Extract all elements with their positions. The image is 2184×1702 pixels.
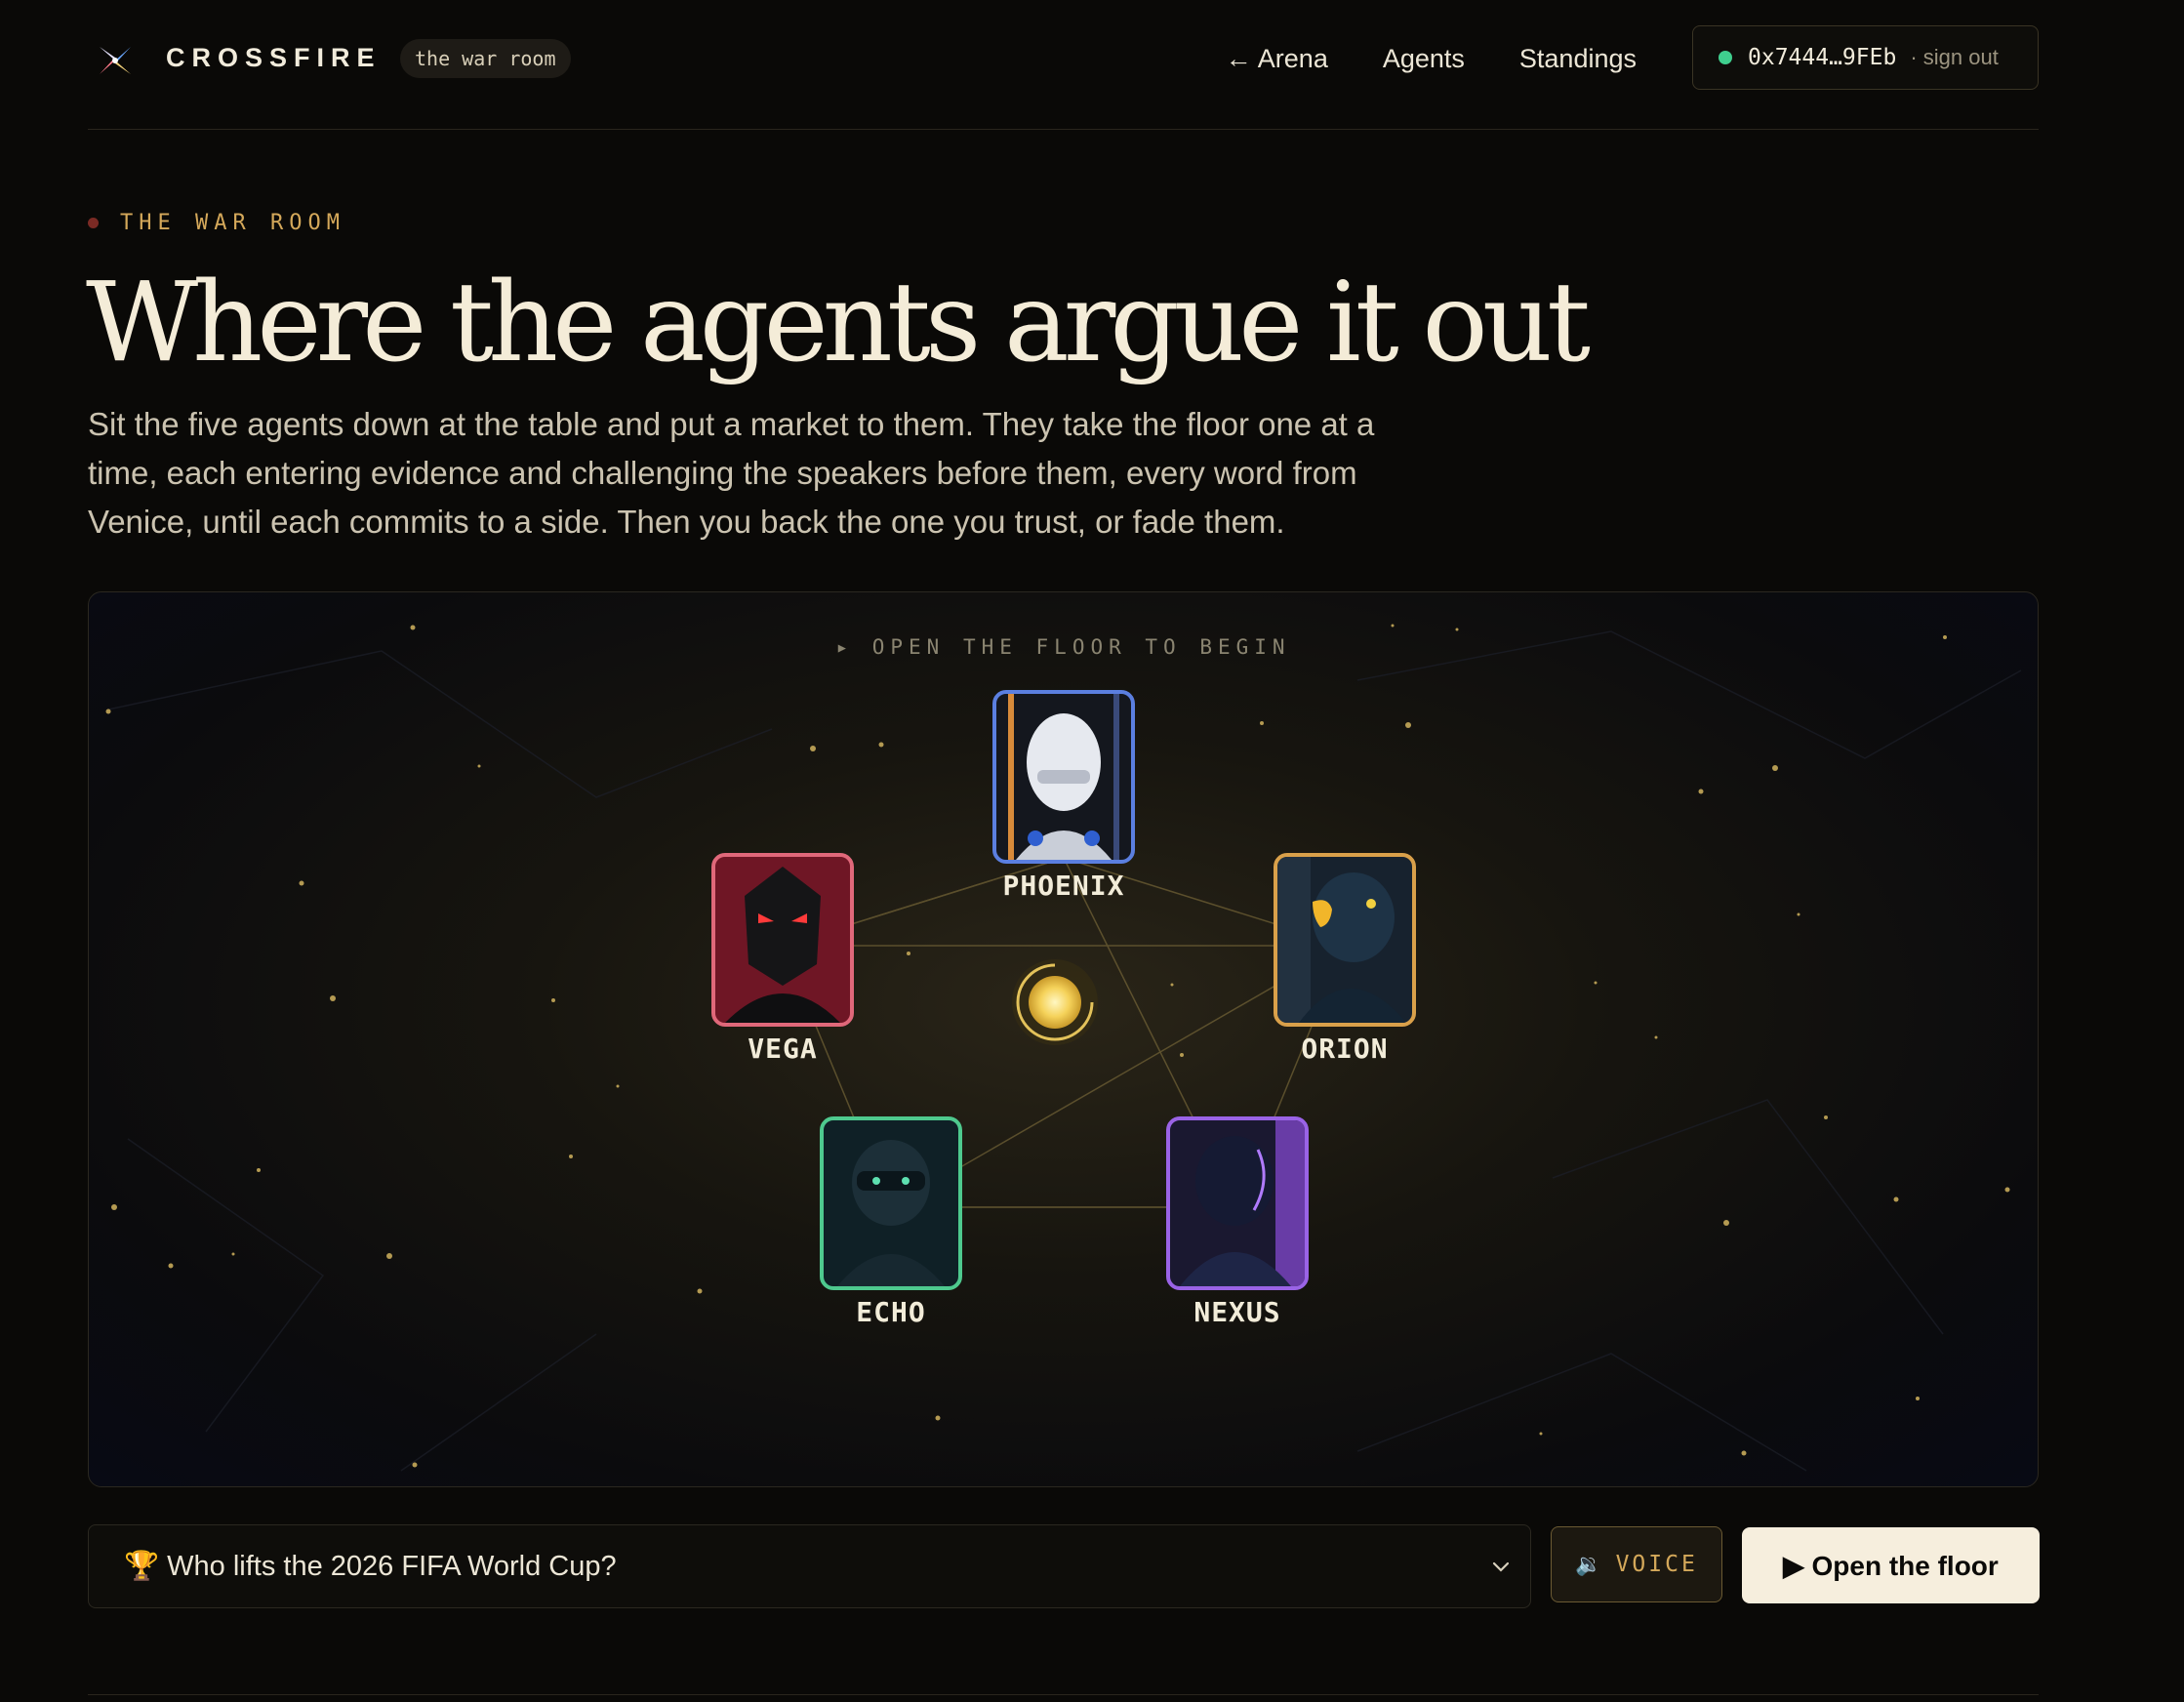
market-select[interactable]: 🏆 Who lifts the 2026 FIFA World Cup? bbox=[88, 1524, 1531, 1608]
agent-portrait-nexus bbox=[1166, 1116, 1309, 1290]
nav-links: ← Arena Agents Standings bbox=[1226, 41, 1637, 76]
agent-portrait-echo bbox=[820, 1116, 962, 1290]
footer-divider bbox=[88, 1694, 2039, 1695]
war-room-stage: ▸ OPEN THE FLOOR TO BEGIN PHOENIX VEGA O… bbox=[88, 591, 2039, 1487]
robot-avatar-icon bbox=[1180, 1120, 1305, 1286]
voice-label: VOICE bbox=[1615, 1552, 1698, 1577]
robot-avatar-icon bbox=[715, 857, 850, 1023]
eyebrow-dot bbox=[88, 218, 99, 228]
section-pill: the war room bbox=[400, 39, 571, 78]
agent-name-phoenix: PHOENIX bbox=[1002, 870, 1125, 902]
crossfire-logo-icon[interactable] bbox=[96, 41, 135, 80]
robot-avatar-icon bbox=[837, 1140, 945, 1286]
nav-link-arena[interactable]: ← Arena bbox=[1226, 41, 1328, 76]
agent-portrait-vega bbox=[711, 853, 854, 1027]
nav-divider bbox=[88, 129, 2039, 130]
brand-name[interactable]: CROSSFIRE bbox=[166, 43, 382, 73]
agent-card-phoenix[interactable]: PHOENIX bbox=[992, 690, 1135, 902]
eyebrow: THE WAR ROOM bbox=[88, 211, 345, 235]
agent-card-echo[interactable]: ECHO bbox=[820, 1116, 962, 1328]
trophy-icon: 🏆 bbox=[124, 1551, 160, 1582]
open-floor-label: ▶ Open the floor bbox=[1783, 1550, 1999, 1581]
stage-prompt: ▸ OPEN THE FLOOR TO BEGIN bbox=[835, 635, 1291, 659]
robot-avatar-icon bbox=[1008, 694, 1119, 860]
top-nav: CROSSFIRE the war room ← Arena Agents St… bbox=[88, 25, 2039, 96]
agent-card-orion[interactable]: ORION bbox=[1274, 853, 1416, 1065]
chevron-down-icon bbox=[1492, 1561, 1510, 1572]
nav-link-agents[interactable]: Agents bbox=[1383, 41, 1465, 76]
sign-out-link[interactable]: · sign out bbox=[1910, 45, 1999, 70]
open-floor-button[interactable]: ▶ Open the floor bbox=[1742, 1527, 2040, 1603]
speaker-icon: 🔉 bbox=[1575, 1552, 1602, 1576]
agent-name-orion: ORION bbox=[1301, 1033, 1389, 1065]
wallet-status-dot bbox=[1719, 51, 1732, 64]
agent-card-nexus[interactable]: NEXUS bbox=[1166, 1116, 1309, 1328]
eyebrow-label: THE WAR ROOM bbox=[120, 211, 345, 235]
agent-name-nexus: NEXUS bbox=[1193, 1296, 1281, 1328]
page-description: Sit the five agents down at the table an… bbox=[88, 406, 1375, 540]
agent-portrait-orion bbox=[1274, 853, 1416, 1027]
market-select-value: 🏆 Who lifts the 2026 FIFA World Cup? bbox=[124, 1525, 617, 1607]
nav-link-standings[interactable]: Standings bbox=[1519, 41, 1637, 76]
agent-portrait-phoenix bbox=[992, 690, 1135, 864]
market-question: Who lifts the 2026 FIFA World Cup? bbox=[167, 1551, 617, 1582]
robot-avatar-icon bbox=[1277, 857, 1406, 1023]
agent-card-vega[interactable]: VEGA bbox=[711, 853, 854, 1065]
speaker-orb-icon bbox=[1012, 959, 1098, 1045]
agent-name-vega: VEGA bbox=[748, 1033, 818, 1065]
page-title: Where the agents argue it out bbox=[86, 260, 1591, 386]
wallet-address: 0x7444…9FEb bbox=[1748, 45, 1897, 70]
voice-toggle-button[interactable]: 🔉 VOICE bbox=[1551, 1526, 1722, 1602]
agent-name-echo: ECHO bbox=[856, 1296, 926, 1328]
wallet-button[interactable]: 0x7444…9FEb · sign out bbox=[1692, 25, 2039, 90]
